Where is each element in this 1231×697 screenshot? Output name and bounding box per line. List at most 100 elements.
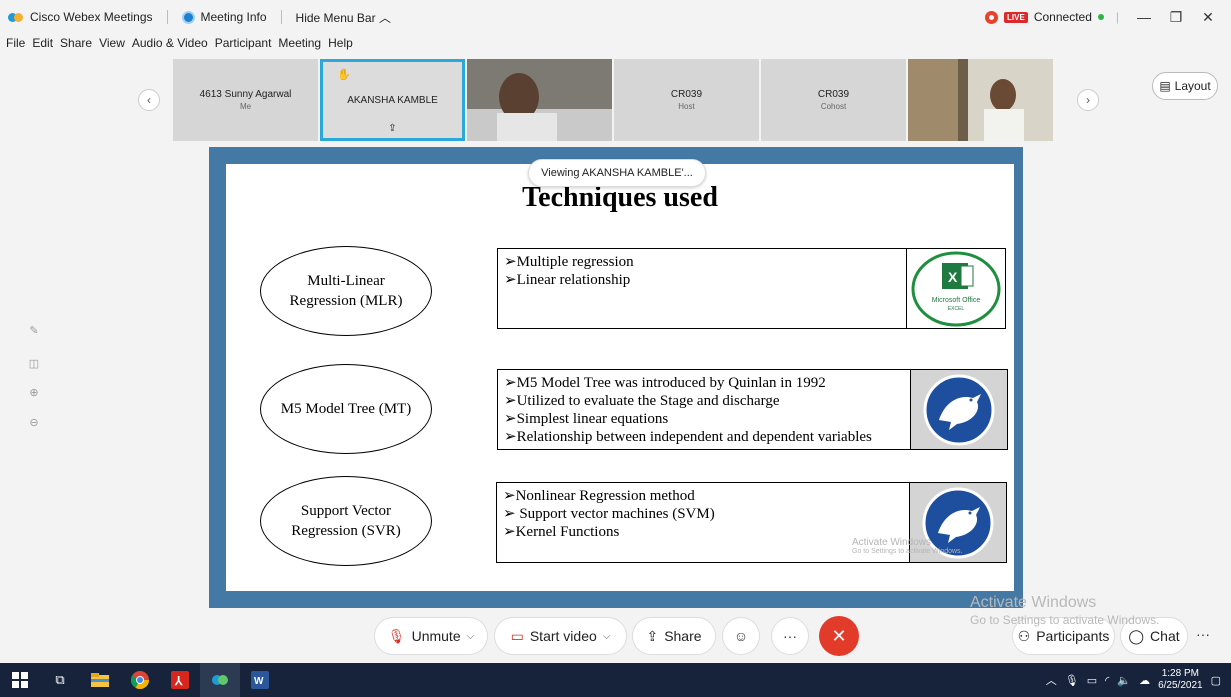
file-explorer-button[interactable] bbox=[80, 663, 120, 697]
clock[interactable]: 1:28 PM 6/25/2021 bbox=[1158, 668, 1203, 692]
participant-strip: 4613 Sunny Agarwal Me ✋ AKANSHA KAMBLE ⇪… bbox=[173, 59, 1053, 141]
raise-hand-icon: ✋ bbox=[337, 69, 351, 81]
bullet-item: ➢Multiple regression bbox=[504, 254, 634, 270]
chevron-up-icon[interactable]: ︿ bbox=[1046, 672, 1057, 688]
chat-label: Chat bbox=[1150, 628, 1180, 644]
participant-tile[interactable]: 4613 Sunny Agarwal Me bbox=[173, 59, 318, 141]
leave-meeting-button[interactable]: ✕ bbox=[819, 616, 859, 656]
unmute-label: Unmute bbox=[411, 628, 461, 644]
ellipsis-icon: ··· bbox=[1196, 626, 1210, 642]
participant-name: 4613 Sunny Agarwal bbox=[199, 89, 292, 100]
participant-tile-active[interactable]: ✋ AKANSHA KAMBLE ⇪ bbox=[320, 59, 465, 141]
wifi-icon[interactable]: ◜ bbox=[1105, 674, 1109, 687]
more-panels-button[interactable]: ··· bbox=[1196, 626, 1210, 642]
svg-text:Microsoft Office: Microsoft Office bbox=[932, 297, 981, 304]
svg-text:⅄: ⅄ bbox=[174, 674, 183, 688]
smiley-icon: ☺ bbox=[733, 628, 749, 644]
start-video-label: Start video bbox=[529, 628, 597, 644]
chevron-right-icon: › bbox=[1086, 93, 1090, 107]
layout-button[interactable]: ▤ Layout bbox=[1152, 72, 1218, 100]
svg-text:W: W bbox=[254, 676, 264, 687]
participant-role: Host bbox=[678, 102, 695, 111]
live-badge: LIVE bbox=[1004, 11, 1028, 23]
participants-icon: ⚇ bbox=[1017, 627, 1031, 644]
remote-control-icon[interactable]: ◫ bbox=[25, 357, 43, 375]
menu-file[interactable]: File bbox=[6, 36, 25, 54]
maximize-button[interactable]: ❐ bbox=[1163, 9, 1189, 26]
annotate-icon[interactable]: ✎ bbox=[25, 324, 43, 342]
share-button[interactable]: ⇪ Share bbox=[632, 617, 716, 655]
chrome-icon bbox=[131, 671, 149, 689]
svg-text:EXCEL: EXCEL bbox=[948, 306, 965, 312]
participants-label: Participants bbox=[1036, 628, 1110, 644]
svg-text:X: X bbox=[948, 269, 958, 285]
participant-video bbox=[467, 59, 612, 141]
participant-tile[interactable]: CR039 Cohost bbox=[761, 59, 906, 141]
bullet-item: ➢Linear relationship bbox=[504, 272, 631, 288]
menu-help[interactable]: Help bbox=[328, 36, 353, 54]
mic-muted-icon: 🎙 bbox=[387, 627, 406, 644]
excel-logo-icon: X Microsoft Office EXCEL bbox=[911, 251, 1001, 326]
meeting-info-button[interactable]: Meeting Info bbox=[201, 10, 267, 24]
record-icon[interactable] bbox=[985, 10, 999, 24]
acrobat-icon: ⅄ bbox=[171, 671, 189, 689]
onedrive-icon[interactable]: ☁ bbox=[1139, 674, 1150, 687]
chevron-down-icon[interactable]: ⌵ bbox=[467, 631, 475, 642]
start-video-button[interactable]: ▭ Start video ⌵ bbox=[494, 617, 627, 655]
windows-logo-icon bbox=[12, 672, 28, 688]
task-view-button[interactable]: ⧉ bbox=[40, 663, 80, 697]
participant-video-tile[interactable] bbox=[908, 59, 1053, 141]
close-window-button[interactable]: ✕ bbox=[1195, 9, 1221, 26]
word-button[interactable]: W bbox=[240, 663, 280, 697]
start-button[interactable] bbox=[0, 663, 40, 697]
zoom-out-icon[interactable]: ⊖ bbox=[25, 416, 43, 434]
bullet-item: ➢M5 Model Tree was introduced by Quinlan… bbox=[504, 375, 826, 391]
unmute-button[interactable]: 🎙 Unmute ⌵ bbox=[374, 617, 488, 655]
participant-video-tile[interactable] bbox=[467, 59, 612, 141]
notifications-icon[interactable]: ▢ bbox=[1211, 674, 1221, 687]
menu-bar: File Edit Share View Audio & Video Parti… bbox=[0, 36, 360, 54]
menu-view[interactable]: View bbox=[99, 36, 125, 54]
participant-tile[interactable]: CR039 Host bbox=[614, 59, 759, 141]
minimize-button[interactable]: — bbox=[1131, 9, 1157, 25]
system-tray: ︿ 🎙 ▭ ◜ 🔈 ☁ 1:28 PM 6/25/2021 ▢ bbox=[1046, 663, 1231, 697]
chrome-button[interactable] bbox=[120, 663, 160, 697]
strip-prev-button[interactable]: ‹ bbox=[138, 89, 160, 111]
chevron-up-icon: ︿ bbox=[378, 10, 391, 25]
menu-audio-video[interactable]: Audio & Video bbox=[132, 36, 208, 54]
hide-menu-bar-button[interactable]: Hide Menu Bar ︿ bbox=[296, 9, 391, 26]
connected-indicator-icon bbox=[1097, 14, 1104, 20]
chevron-left-icon: ‹ bbox=[147, 93, 151, 107]
word-icon: W bbox=[251, 671, 269, 689]
chevron-down-icon[interactable]: ⌵ bbox=[603, 631, 611, 642]
bullet-box: ➢Nonlinear Regression method ➢ Support v… bbox=[496, 482, 910, 563]
connection-status[interactable]: Connected bbox=[1034, 10, 1092, 24]
bullet-item: ➢Simplest linear equations bbox=[504, 411, 669, 427]
volume-icon[interactable]: 🔈 bbox=[1117, 674, 1131, 687]
method-label: Support Vector Regression (SVR) bbox=[291, 503, 401, 539]
menu-share[interactable]: Share bbox=[60, 36, 92, 54]
activate-windows-watermark: Activate Windows Go to Settings to activ… bbox=[970, 594, 1160, 627]
method-label: Multi-Linear Regression (MLR) bbox=[289, 273, 403, 309]
webex-taskbar-button[interactable] bbox=[200, 663, 240, 697]
title-bar: Cisco Webex Meetings Meeting Info Hide M… bbox=[0, 0, 1231, 34]
acrobat-button[interactable]: ⅄ bbox=[160, 663, 200, 697]
more-options-button[interactable]: ··· bbox=[771, 617, 809, 655]
bullet-item: ➢ Support vector machines (SVM) bbox=[503, 506, 715, 522]
network-icon[interactable]: ▭ bbox=[1087, 674, 1097, 687]
participant-name: AKANSHA KAMBLE bbox=[347, 94, 438, 106]
slide-activate-watermark: Activate Windows Go to Settings to activ… bbox=[852, 537, 963, 555]
microphone-icon[interactable]: 🎙 bbox=[1065, 674, 1079, 687]
bullet-item: ➢Nonlinear Regression method bbox=[503, 488, 695, 504]
menu-meeting[interactable]: Meeting bbox=[278, 36, 321, 54]
viewing-indicator[interactable]: Viewing AKANSHA KAMBLE'... bbox=[528, 159, 706, 187]
strip-next-button[interactable]: › bbox=[1077, 89, 1099, 111]
menu-edit[interactable]: Edit bbox=[32, 36, 53, 54]
close-icon: ✕ bbox=[831, 625, 847, 646]
reactions-button[interactable]: ☺ bbox=[722, 617, 760, 655]
menu-participant[interactable]: Participant bbox=[215, 36, 272, 54]
layout-icon: ▤ bbox=[1159, 79, 1171, 93]
folder-icon bbox=[91, 673, 109, 687]
zoom-in-icon[interactable]: ⊕ bbox=[25, 386, 43, 404]
bullet-box: ➢Multiple regression ➢Linear relationshi… bbox=[497, 248, 907, 329]
